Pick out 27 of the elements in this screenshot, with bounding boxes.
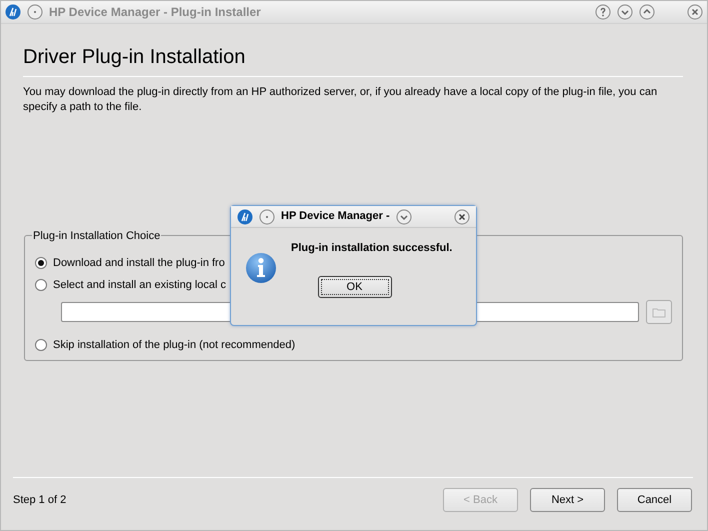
dialog-message: Plug-in installation successful. — [291, 241, 452, 256]
app-logo-icon — [5, 4, 21, 20]
option-label: Skip installation of the plug-in (not recommended) — [53, 338, 296, 353]
description-text: You may download the plug-in directly from an HP authorized server, or, if you already have a local copy of the plug-in file, you can specify a path to the file. — [23, 85, 658, 115]
option-label: Select and install an existing local c — [53, 278, 226, 293]
close-icon[interactable] — [454, 208, 470, 224]
page-heading: Driver Plug-in Installation — [23, 45, 246, 70]
radio-button[interactable] — [35, 339, 47, 351]
step-indicator: Step 1 of 2 — [13, 492, 68, 508]
app-logo-icon — [237, 208, 253, 224]
maximize-icon[interactable] — [639, 4, 655, 20]
dialog-title: HP Device Manager - — [281, 209, 390, 224]
group-title: Plug-in Installation Choice — [32, 228, 162, 244]
window-title: HP Device Manager - Plug-in Installer — [49, 4, 261, 21]
radio-button[interactable] — [35, 279, 47, 291]
close-icon[interactable] — [687, 4, 703, 20]
radio-button[interactable] — [35, 257, 47, 269]
window-menu-icon[interactable] — [27, 4, 43, 20]
wizard-button[interactable]: Next > — [530, 488, 605, 512]
ok-button[interactable]: OK — [318, 276, 392, 298]
info-icon — [245, 252, 277, 284]
minimize-icon[interactable] — [396, 208, 412, 224]
minimize-icon[interactable] — [617, 4, 633, 20]
wizard-button[interactable]: Cancel — [617, 488, 692, 512]
help-icon[interactable] — [595, 4, 611, 20]
option-label: Download and install the plug-in fro — [53, 256, 225, 271]
window-menu-icon[interactable] — [259, 208, 275, 224]
